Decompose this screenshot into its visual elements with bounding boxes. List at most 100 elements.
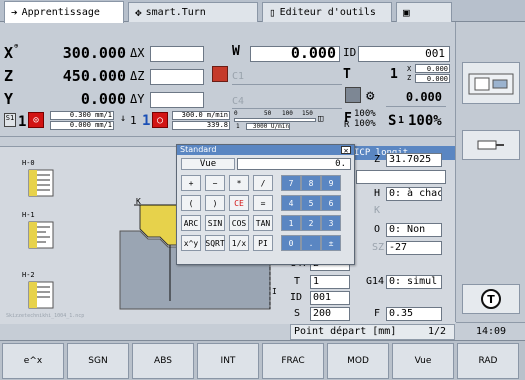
calc-key[interactable]: SIN	[205, 215, 225, 231]
tab-save[interactable]: ▣	[396, 2, 452, 22]
z-axis-label: Z	[4, 67, 14, 85]
calc-key[interactable]: 3	[321, 215, 341, 231]
softkey[interactable]: ABS	[132, 343, 194, 379]
t-field[interactable]: 1	[310, 275, 350, 289]
s-percent: 100%	[408, 113, 442, 129]
speed-bottom: 339.8	[172, 121, 230, 130]
x-axis-value: 300.000	[62, 44, 126, 62]
calc-key[interactable]: 1/x	[229, 235, 249, 251]
calculator-title: Standard	[177, 145, 354, 155]
calc-key[interactable]: TAN	[253, 215, 273, 231]
g14-select[interactable]: 0: simul	[386, 275, 442, 289]
move-icon: ✥	[135, 6, 142, 19]
blank-field[interactable]	[356, 170, 446, 184]
s-field[interactable]: 200	[310, 307, 350, 321]
t-button[interactable]: T	[462, 284, 520, 314]
calc-key[interactable]: *	[229, 175, 249, 191]
calc-key[interactable]: ARC	[181, 215, 201, 231]
r-percent: 100%	[354, 119, 376, 129]
calc-key[interactable]: 6	[321, 195, 341, 211]
h-select[interactable]: 0: à chac	[386, 187, 442, 201]
calc-key[interactable]: (	[181, 195, 201, 211]
gauge-rpm: 3000 U/min	[246, 123, 290, 130]
softkey[interactable]: SGN	[67, 343, 129, 379]
spindle-icon	[345, 87, 361, 103]
f-percent: 100%	[354, 109, 376, 119]
s-sub: 1	[398, 115, 405, 126]
tab-bar: ➔ Apprentissage ✥ smart.Turn ▯ Editeur d…	[0, 0, 525, 23]
delta-y-field	[150, 92, 204, 108]
spindle-value: 0.000	[405, 90, 442, 104]
calc-key[interactable]: /	[253, 175, 273, 191]
z-axis-value: 450.000	[62, 67, 126, 85]
f-field[interactable]: 0.35	[386, 307, 442, 321]
calc-key[interactable]: SQRT	[205, 235, 225, 251]
calc-key[interactable]: =	[253, 195, 273, 211]
calc-key[interactable]: ±	[321, 235, 341, 251]
softkey[interactable]: FRAC	[262, 343, 324, 379]
w-axis-label: W	[232, 44, 240, 59]
c4-label: C4	[232, 96, 245, 107]
g14-label: G14	[366, 276, 385, 287]
calc-key[interactable]: 1	[281, 215, 301, 231]
calculator-mode-button[interactable]: Vue	[181, 158, 235, 170]
status-bar: Point départ [mm] 1/2	[0, 324, 455, 340]
calc-key[interactable]: )	[205, 195, 225, 211]
channel-number: 1	[130, 114, 137, 127]
calc-key[interactable]: +	[181, 175, 201, 191]
calc-key[interactable]: 9	[321, 175, 341, 191]
calc-key[interactable]: x^y	[181, 235, 201, 251]
id-label: ID	[343, 46, 357, 59]
h-label: H	[374, 188, 381, 199]
s-label: S	[294, 308, 301, 319]
machine-view-button[interactable]	[462, 62, 520, 104]
calc-key[interactable]: CE	[229, 195, 249, 211]
id-value: 001	[358, 46, 450, 62]
calc-key[interactable]: .	[301, 235, 321, 251]
delta-x-label: ΔX	[130, 46, 145, 60]
calc-key[interactable]: 8	[301, 175, 321, 191]
help-text: Point départ [mm]	[294, 326, 397, 337]
gauge-zero: 0	[234, 110, 238, 117]
softkey[interactable]: Vue	[392, 343, 454, 379]
softkey[interactable]: MOD	[327, 343, 389, 379]
tool-view-button[interactable]	[462, 130, 520, 160]
softkey[interactable]: INT	[197, 343, 259, 379]
status-divider	[0, 136, 455, 137]
gauge-one: 1	[236, 123, 240, 130]
h1-pattern-icon	[28, 221, 54, 249]
sz-field[interactable]: -27	[386, 241, 442, 255]
delta-z-field	[150, 69, 204, 85]
softkey-bar: e^x SGN ABS INT FRAC MOD Vue RAD	[0, 340, 525, 380]
machine-view-icon	[468, 73, 514, 95]
gear-icon: ⚙	[366, 88, 375, 104]
delta-y-label: ΔY	[130, 92, 145, 106]
calc-key[interactable]: −	[205, 175, 225, 191]
y-axis-label: Y	[4, 90, 14, 108]
calculator-display: 0.	[237, 158, 351, 170]
tab-apprentissage[interactable]: ➔ Apprentissage	[4, 1, 124, 23]
softkey[interactable]: e^x	[2, 343, 64, 379]
t-x-offset: 0.000	[415, 64, 450, 73]
calc-key[interactable]: PI	[253, 235, 273, 251]
t-value: 1	[390, 67, 398, 82]
z-field[interactable]: 31.7025	[386, 153, 442, 167]
tab-smart-turn[interactable]: ✥ smart.Turn	[128, 2, 258, 22]
tab-label: Editeur d'outils	[279, 7, 376, 18]
calc-key[interactable]: 2	[301, 215, 321, 231]
c-axis-icon	[212, 66, 228, 82]
calc-key[interactable]: 0	[281, 235, 301, 251]
k-marker: K	[136, 197, 141, 206]
calc-key[interactable]: 4	[281, 195, 301, 211]
calc-key[interactable]: 5	[301, 195, 321, 211]
id-field[interactable]: 001	[310, 291, 350, 305]
calc-key[interactable]: COS	[229, 215, 249, 231]
page-indicator: 1/2	[428, 326, 447, 337]
stop-icon: ⊙	[28, 112, 44, 128]
tab-editeur-outils[interactable]: ▯ Editeur d'outils	[262, 2, 392, 22]
close-icon[interactable]: ✕	[341, 146, 351, 155]
c1-underline	[232, 84, 342, 85]
softkey[interactable]: RAD	[457, 343, 519, 379]
o-select[interactable]: 0: Non	[386, 223, 442, 237]
calc-key[interactable]: 7	[281, 175, 301, 191]
